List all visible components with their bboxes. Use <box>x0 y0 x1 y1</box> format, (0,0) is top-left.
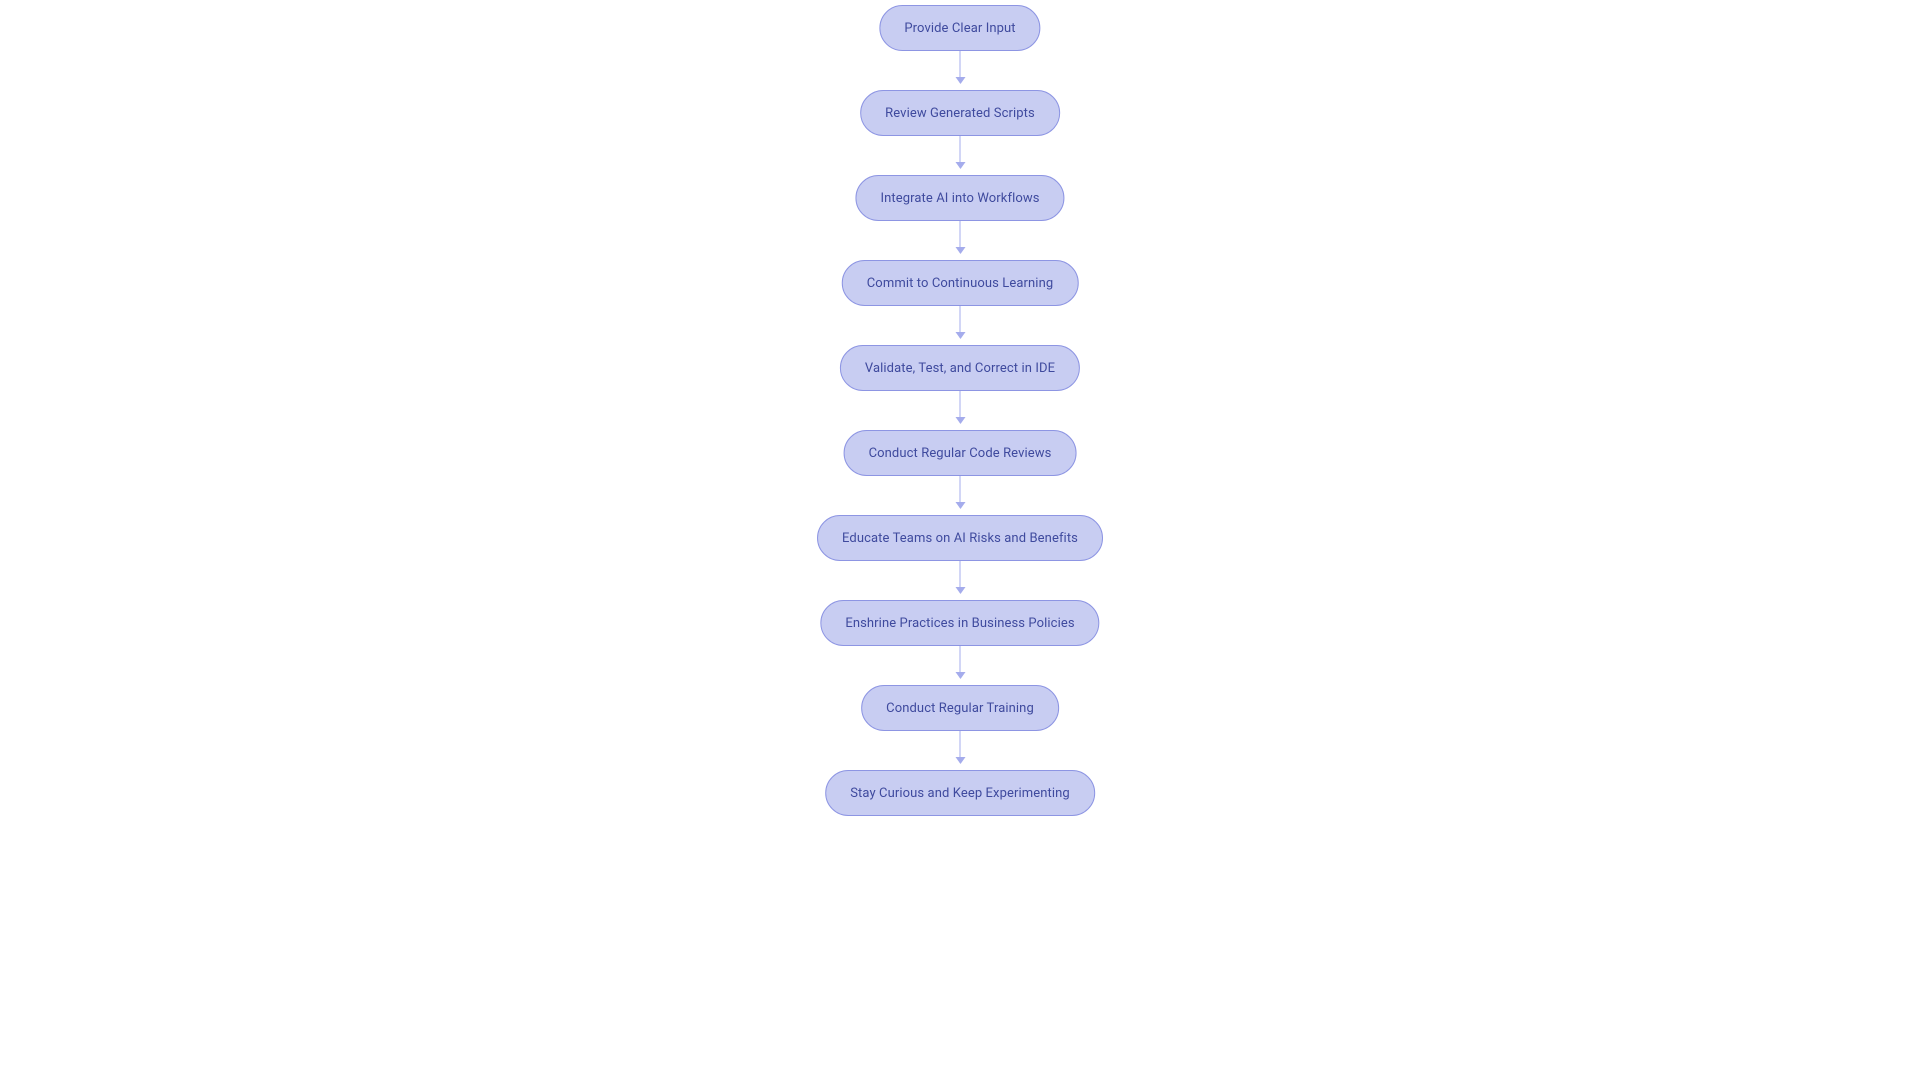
flow-node-label: Stay Curious and Keep Experimenting <box>850 786 1070 801</box>
flow-node: Commit to Continuous Learning <box>842 260 1079 306</box>
flow-arrow <box>960 731 961 763</box>
flow-node-label: Educate Teams on AI Risks and Benefits <box>842 531 1078 546</box>
flow-node: Validate, Test, and Correct in IDE <box>840 345 1080 391</box>
flow-arrow <box>960 221 961 253</box>
flow-node-label: Provide Clear Input <box>904 21 1015 36</box>
flow-node-label: Commit to Continuous Learning <box>867 276 1054 291</box>
flow-arrow <box>960 51 961 83</box>
flow-arrow <box>960 561 961 593</box>
flow-node-label: Review Generated Scripts <box>885 106 1035 121</box>
flow-node: Stay Curious and Keep Experimenting <box>825 770 1095 816</box>
flow-arrow <box>960 306 961 338</box>
flow-node: Integrate AI into Workflows <box>855 175 1064 221</box>
flow-node: Conduct Regular Training <box>861 685 1059 731</box>
flow-node: Educate Teams on AI Risks and Benefits <box>817 515 1103 561</box>
flow-node: Conduct Regular Code Reviews <box>844 430 1077 476</box>
flow-arrow <box>960 391 961 423</box>
flow-node-label: Validate, Test, and Correct in IDE <box>865 361 1055 376</box>
flow-node: Enshrine Practices in Business Policies <box>820 600 1099 646</box>
flow-node-label: Conduct Regular Code Reviews <box>869 446 1052 461</box>
flow-node: Review Generated Scripts <box>860 90 1060 136</box>
flow-arrow <box>960 646 961 678</box>
flow-node-label: Enshrine Practices in Business Policies <box>845 616 1074 631</box>
flow-arrow <box>960 136 961 168</box>
flowchart-canvas: Provide Clear Input Review Generated Scr… <box>0 0 1920 1080</box>
flow-node-label: Integrate AI into Workflows <box>880 191 1039 206</box>
flow-node-label: Conduct Regular Training <box>886 701 1034 716</box>
flow-arrow <box>960 476 961 508</box>
flow-node: Provide Clear Input <box>879 5 1040 51</box>
